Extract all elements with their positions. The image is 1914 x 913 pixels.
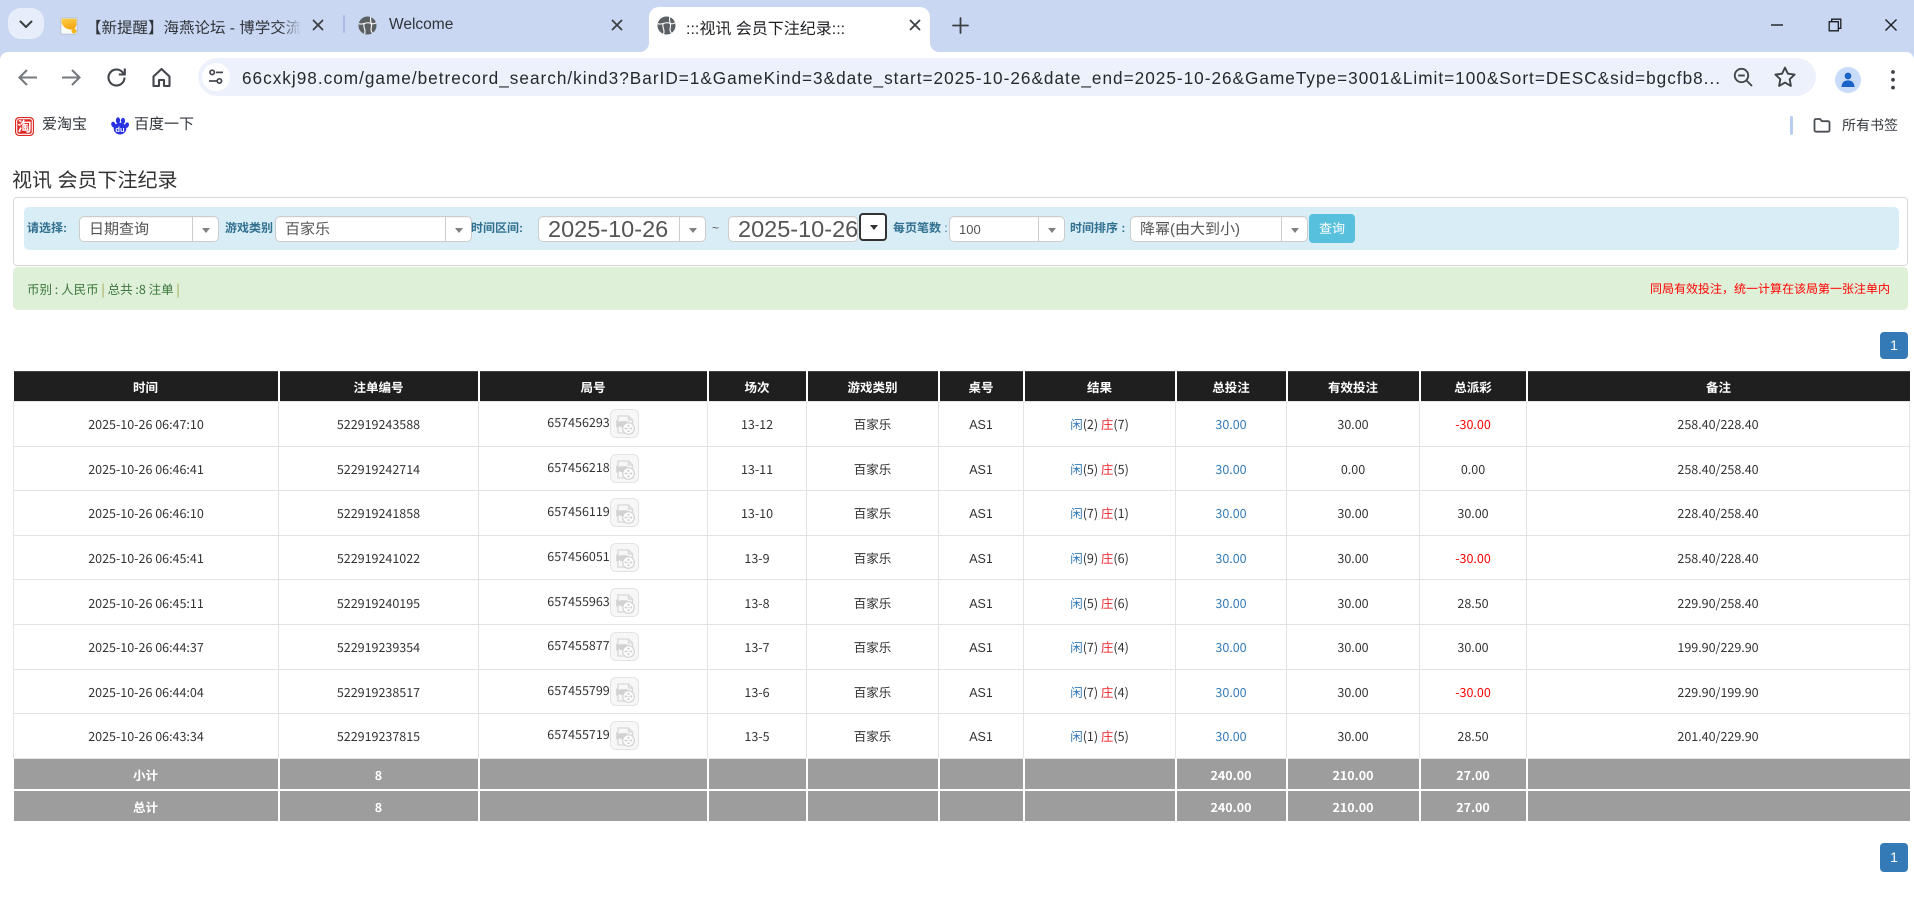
svg-text:du: du bbox=[115, 125, 125, 134]
svg-text:淘: 淘 bbox=[18, 117, 32, 136]
